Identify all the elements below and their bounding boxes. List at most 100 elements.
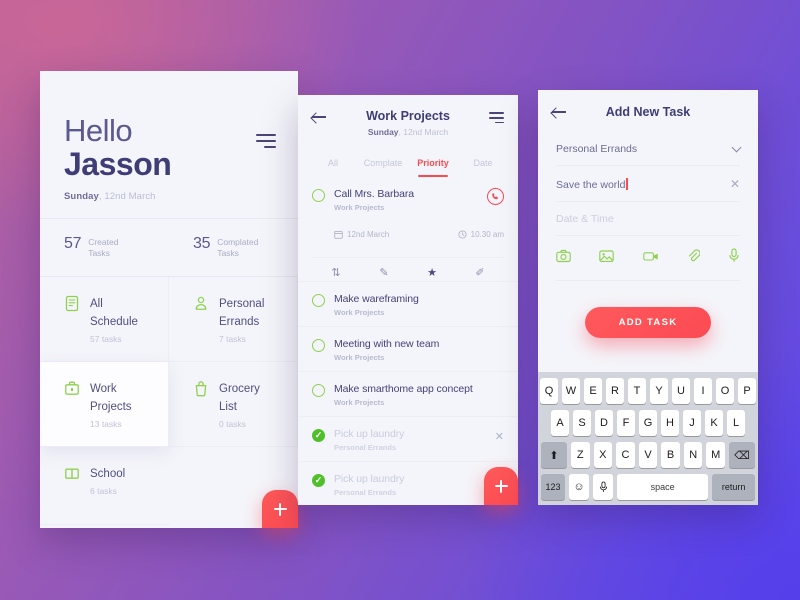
task-meta: 12nd March 10.30 am [312,230,504,239]
key-r[interactable]: R [606,378,624,404]
user-name: Jasson [64,146,172,183]
camera-icon[interactable] [556,249,571,268]
stats-row: 57 Created Tasks 35 Complated Tasks [40,218,298,277]
key-y[interactable]: Y [650,378,668,404]
task-row[interactable]: Make wareframing Work Projects [298,281,518,326]
return-key[interactable]: return [712,474,755,500]
add-task-button[interactable]: ADD TASK [584,307,712,338]
key-c[interactable]: C [616,442,635,468]
keyboard-row-4: 123 ☺ space return [541,474,755,500]
shopping-bag-icon [193,380,209,397]
task-checkbox[interactable] [312,294,325,307]
category-personal-errands[interactable]: Personal Errands 7 tasks [169,276,298,362]
category-grocery-list[interactable]: Grocery List 0 tasks [169,361,298,447]
key-j[interactable]: J [683,410,701,436]
key-d[interactable]: D [595,410,613,436]
task-row[interactable]: Pick up laundry Personal Errands ✕ [298,416,518,461]
task-title: Make smarthome app concept [334,383,473,395]
backspace-key[interactable]: ⌫ [729,442,756,468]
key-h[interactable]: H [661,410,679,436]
calendar-icon [334,230,343,239]
clear-icon[interactable]: ✕ [730,177,740,191]
key-k[interactable]: K [705,410,723,436]
stat-completed-number: 35 [193,235,211,253]
key-l[interactable]: L [727,410,745,436]
stat-completed-label-l1: Complated [217,237,259,248]
numbers-key[interactable]: 123 [541,474,565,500]
key-a[interactable]: A [551,410,569,436]
key-p[interactable]: P [738,378,756,404]
task-row-featured[interactable]: Call Mrs. Barbara Work Projects 12nd Mar… [298,177,518,281]
plus-icon [273,502,287,516]
microphone-key[interactable] [593,474,613,500]
screen-add-task: Add New Task Personal Errands Save the w… [538,90,758,505]
emoji-key[interactable]: ☺ [569,474,589,500]
task-checkbox[interactable] [312,339,325,352]
stat-created-label-l1: Created [88,237,119,248]
key-o[interactable]: O [716,378,734,404]
back-arrow-icon[interactable] [312,112,326,122]
edit-pencil-icon[interactable]: ✎ [360,266,408,279]
task-name-input[interactable]: Save the world ✕ [556,166,740,202]
space-key[interactable]: space [617,474,709,500]
task-row[interactable]: Meeting with new team Work Projects [298,326,518,371]
tab-all[interactable]: All [308,152,358,177]
pencil-note-icon[interactable]: ✐ [456,266,504,279]
key-n[interactable]: N [683,442,703,468]
task-category: Personal Errands [334,488,397,497]
task-row[interactable]: Make smarthome app concept Work Projects [298,371,518,416]
star-icon[interactable]: ★ [408,266,456,279]
plus-icon [494,479,508,493]
key-q[interactable]: Q [540,378,558,404]
task-checkbox[interactable] [312,384,325,397]
key-b[interactable]: B [661,442,680,468]
transfer-icon[interactable]: ⇅ [312,266,360,279]
key-e[interactable]: E [584,378,602,404]
tab-date[interactable]: Date [458,152,508,177]
category-all-schedule[interactable]: All Schedule 57 tasks [40,276,169,362]
key-v[interactable]: V [638,442,658,468]
key-m[interactable]: M [706,442,726,468]
back-arrow-icon[interactable] [552,107,566,117]
keyboard-row-3: ⬆ Z X C V B N M ⌫ [540,442,756,468]
video-icon[interactable] [642,249,659,268]
key-z[interactable]: Z [570,442,590,468]
key-t[interactable]: T [628,378,646,404]
category-all-schedule-count: 57 tasks [90,333,122,344]
tab-complate[interactable]: Complate [358,152,408,177]
shift-key[interactable]: ⬆ [540,442,567,468]
task-category: Work Projects [334,308,385,317]
microphone-icon[interactable] [728,248,740,268]
task-checkbox-checked[interactable] [312,474,325,487]
category-school[interactable]: School 6 tasks [40,447,169,525]
photo-icon[interactable] [599,249,614,268]
task-checkbox[interactable] [312,189,325,202]
page-date-rest: , 12nd March [398,127,449,137]
chevron-down-icon[interactable] [731,142,742,153]
category-select[interactable]: Personal Errands [556,132,742,166]
add-task-fab-list[interactable] [484,467,518,505]
key-i[interactable]: I [694,378,712,404]
task-title: Call Mrs. Barbara [334,188,414,200]
task-category: Work Projects [334,203,385,212]
datetime-input[interactable]: Date & Time [556,202,740,236]
phone-icon[interactable] [487,188,504,205]
key-u[interactable]: U [672,378,690,404]
key-w[interactable]: W [562,378,580,404]
page-subtitle-date: Sunday, 12nd March [298,127,518,137]
stat-created: 57 Created Tasks [40,219,169,276]
key-f[interactable]: F [617,410,635,436]
key-s[interactable]: S [573,410,591,436]
category-work-projects[interactable]: Work Projects 13 tasks [40,361,169,447]
task-name-value: Save the world [556,178,626,191]
delete-task-icon[interactable]: ✕ [495,428,504,443]
task-checkbox-checked[interactable] [312,429,325,442]
key-x[interactable]: X [593,442,613,468]
hamburger-icon[interactable] [489,112,504,126]
tab-priority[interactable]: Priority [408,152,458,177]
hamburger-icon[interactable] [256,134,276,152]
add-task-fab-home[interactable] [262,490,298,528]
add-task-header: Add New Task [538,90,758,132]
attachment-icon[interactable] [687,248,701,268]
key-g[interactable]: G [639,410,657,436]
